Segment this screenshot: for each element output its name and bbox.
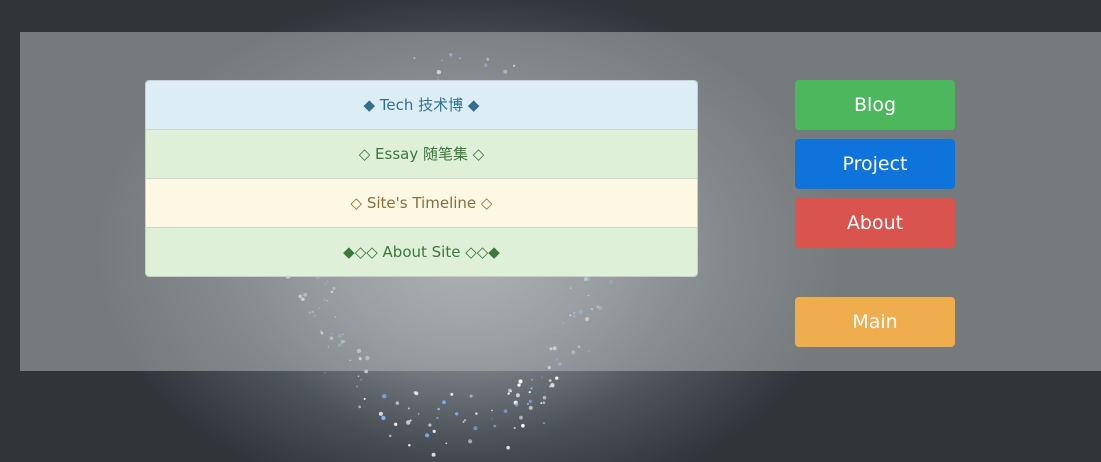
sparkle	[356, 385, 359, 388]
sparkle	[550, 383, 555, 388]
sparkle	[455, 412, 459, 416]
sparkle	[425, 433, 430, 438]
sparkle	[517, 383, 521, 387]
sparkle	[475, 412, 478, 415]
sparkle	[555, 376, 559, 380]
sparkle	[324, 372, 326, 374]
sparkle	[528, 399, 533, 404]
list-item-about-site[interactable]: ◆◇◇ About Site ◇◇◆	[146, 227, 697, 276]
sparkle	[442, 400, 446, 405]
sparkle	[395, 401, 400, 405]
project-button[interactable]: Project	[795, 139, 955, 189]
sparkle	[528, 405, 533, 410]
sparkle	[543, 391, 545, 394]
sparkle	[531, 379, 533, 381]
main-button[interactable]: Main	[795, 297, 955, 347]
sparkle	[445, 442, 448, 445]
sparkle	[528, 391, 531, 394]
sparkle	[493, 424, 497, 428]
sparkle	[506, 445, 510, 450]
sparkle	[394, 422, 398, 426]
sparkle	[436, 416, 439, 420]
sparkle	[510, 390, 512, 393]
sparkle	[408, 444, 411, 447]
sparkle	[414, 391, 419, 396]
sparkle	[473, 426, 478, 431]
list-item-tech[interactable]: ◆ Tech 技术博 ◆	[146, 81, 697, 129]
sparkle	[515, 393, 520, 398]
sparkle	[358, 405, 361, 409]
sparkle	[450, 392, 454, 396]
sparkle	[541, 376, 544, 379]
page-background: ◆ Tech 技术博 ◆ ◇ Essay 随笔集 ◇ ◇ Site's Time…	[0, 0, 1101, 462]
sparkle	[491, 418, 493, 420]
sparkle	[462, 421, 465, 423]
sparkle	[542, 422, 546, 425]
sparkle	[357, 375, 360, 377]
sparkle	[407, 407, 410, 410]
nav-list: ◆ Tech 技术博 ◆ ◇ Essay 随笔集 ◇ ◇ Site's Time…	[145, 80, 698, 277]
sparkle	[526, 402, 530, 406]
sparkle	[514, 402, 519, 407]
sparkle	[468, 439, 473, 444]
sparkle	[542, 401, 546, 405]
sparkle	[519, 415, 523, 420]
sparkle	[507, 392, 510, 395]
sparkle	[409, 419, 412, 422]
sparkle	[431, 452, 436, 457]
sparkle	[548, 379, 552, 383]
sparkle	[518, 379, 523, 384]
blog-button[interactable]: Blog	[795, 80, 955, 130]
sparkle	[363, 397, 366, 400]
list-item-essay[interactable]: ◇ Essay 随笔集 ◇	[146, 129, 697, 178]
sparkle	[540, 402, 543, 405]
sparkle	[378, 411, 383, 416]
sparkle	[513, 426, 516, 430]
sparkle	[542, 395, 547, 400]
sparkle	[491, 409, 493, 412]
about-button[interactable]: About	[795, 198, 955, 248]
sparkle	[503, 409, 508, 414]
sparkle	[432, 429, 436, 433]
sparkle	[360, 378, 363, 381]
sparkle	[381, 415, 386, 421]
sparkle	[530, 387, 533, 390]
list-item-timeline[interactable]: ◇ Site's Timeline ◇	[146, 178, 697, 227]
sparkle	[463, 418, 467, 422]
sparkle	[388, 434, 392, 438]
sparkle	[437, 407, 441, 411]
sparkle	[418, 413, 420, 415]
sparkle	[469, 394, 473, 398]
sparkle	[382, 394, 387, 399]
sparkle	[428, 423, 432, 427]
sparkle	[521, 423, 525, 428]
